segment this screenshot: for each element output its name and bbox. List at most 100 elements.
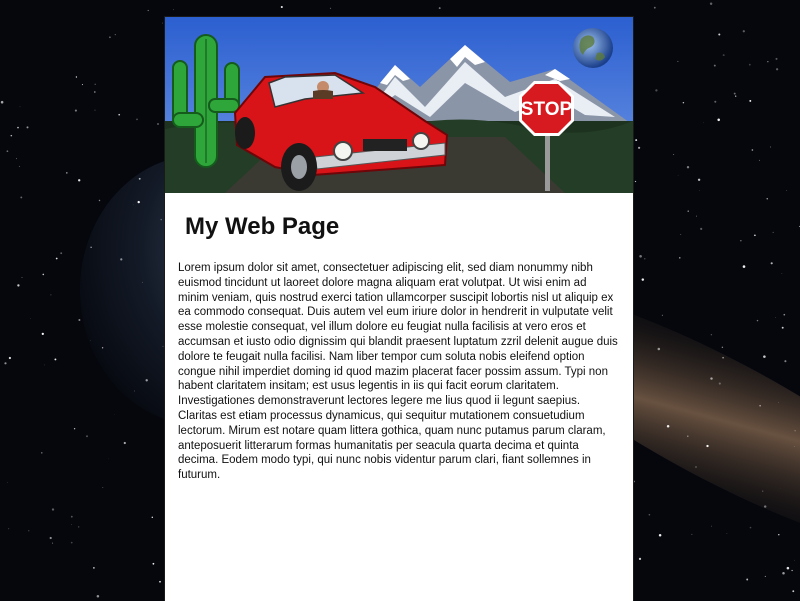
star bbox=[82, 84, 83, 85]
star bbox=[723, 54, 725, 56]
star bbox=[759, 160, 760, 161]
star bbox=[66, 172, 68, 174]
star bbox=[710, 377, 712, 379]
star bbox=[659, 534, 662, 537]
page-title: My Web Page bbox=[185, 213, 339, 241]
star bbox=[28, 530, 29, 531]
star bbox=[782, 572, 785, 575]
star bbox=[770, 147, 771, 148]
star bbox=[762, 490, 763, 491]
star bbox=[439, 7, 441, 9]
star bbox=[677, 61, 678, 62]
star bbox=[673, 154, 674, 155]
star bbox=[330, 8, 331, 9]
star bbox=[50, 537, 52, 539]
star bbox=[711, 526, 712, 527]
star bbox=[649, 514, 651, 516]
star bbox=[752, 149, 754, 151]
star bbox=[639, 255, 642, 258]
star bbox=[776, 68, 778, 70]
star bbox=[52, 508, 54, 510]
star bbox=[775, 317, 776, 318]
star bbox=[746, 579, 748, 581]
star bbox=[794, 446, 795, 447]
star bbox=[22, 277, 23, 278]
star bbox=[133, 204, 134, 205]
star bbox=[118, 114, 120, 116]
star bbox=[783, 314, 785, 316]
star bbox=[115, 34, 116, 35]
star bbox=[71, 542, 73, 544]
star bbox=[717, 119, 720, 122]
star bbox=[102, 487, 103, 488]
star bbox=[71, 516, 73, 518]
star bbox=[281, 6, 283, 8]
earth-globe-icon bbox=[573, 28, 613, 68]
star bbox=[740, 240, 741, 241]
star bbox=[786, 190, 787, 191]
star bbox=[687, 166, 689, 168]
star bbox=[95, 110, 96, 111]
star bbox=[654, 7, 656, 9]
star bbox=[759, 405, 760, 406]
star bbox=[16, 158, 17, 159]
star bbox=[778, 534, 779, 535]
star bbox=[148, 10, 149, 11]
star bbox=[679, 257, 680, 258]
web-page-panel: STOP My Web Page Lorem ipsum dolor sit a… bbox=[164, 16, 634, 601]
star bbox=[44, 364, 45, 365]
star bbox=[719, 383, 721, 385]
star bbox=[173, 9, 174, 10]
star bbox=[17, 127, 19, 129]
star bbox=[160, 219, 161, 220]
star bbox=[696, 467, 697, 468]
star bbox=[124, 442, 126, 444]
stop-sign-text: STOP bbox=[521, 99, 573, 120]
star bbox=[795, 430, 796, 431]
star bbox=[706, 445, 708, 447]
star bbox=[743, 30, 745, 32]
star bbox=[120, 258, 122, 260]
star bbox=[757, 320, 758, 321]
star bbox=[78, 526, 79, 527]
star bbox=[153, 563, 155, 565]
star bbox=[90, 247, 91, 248]
star bbox=[78, 319, 80, 321]
star bbox=[722, 357, 724, 359]
star bbox=[54, 358, 56, 360]
star bbox=[75, 110, 77, 112]
star bbox=[8, 528, 9, 529]
star bbox=[750, 527, 752, 529]
star bbox=[93, 567, 95, 569]
star bbox=[152, 517, 153, 518]
star bbox=[157, 123, 158, 124]
star bbox=[680, 234, 681, 235]
star bbox=[94, 91, 96, 93]
star bbox=[162, 23, 163, 24]
star bbox=[102, 347, 103, 348]
star bbox=[27, 126, 29, 128]
star bbox=[782, 327, 784, 329]
star bbox=[9, 357, 11, 359]
star bbox=[787, 567, 790, 570]
star bbox=[764, 505, 766, 507]
star bbox=[792, 590, 794, 592]
star bbox=[749, 100, 751, 102]
star bbox=[767, 61, 768, 62]
star bbox=[778, 403, 779, 404]
body-paragraph: Lorem ipsum dolor sit amet, consectetuer… bbox=[178, 261, 620, 483]
star bbox=[658, 348, 661, 351]
star bbox=[644, 258, 645, 259]
star bbox=[743, 265, 746, 268]
star bbox=[86, 435, 88, 437]
star bbox=[749, 64, 751, 66]
star bbox=[704, 123, 705, 124]
header-banner: STOP bbox=[165, 17, 633, 193]
star bbox=[11, 135, 13, 137]
star bbox=[710, 2, 712, 4]
star bbox=[146, 379, 148, 381]
star bbox=[714, 65, 716, 67]
star bbox=[7, 482, 8, 483]
star bbox=[763, 355, 766, 358]
star bbox=[20, 196, 22, 198]
